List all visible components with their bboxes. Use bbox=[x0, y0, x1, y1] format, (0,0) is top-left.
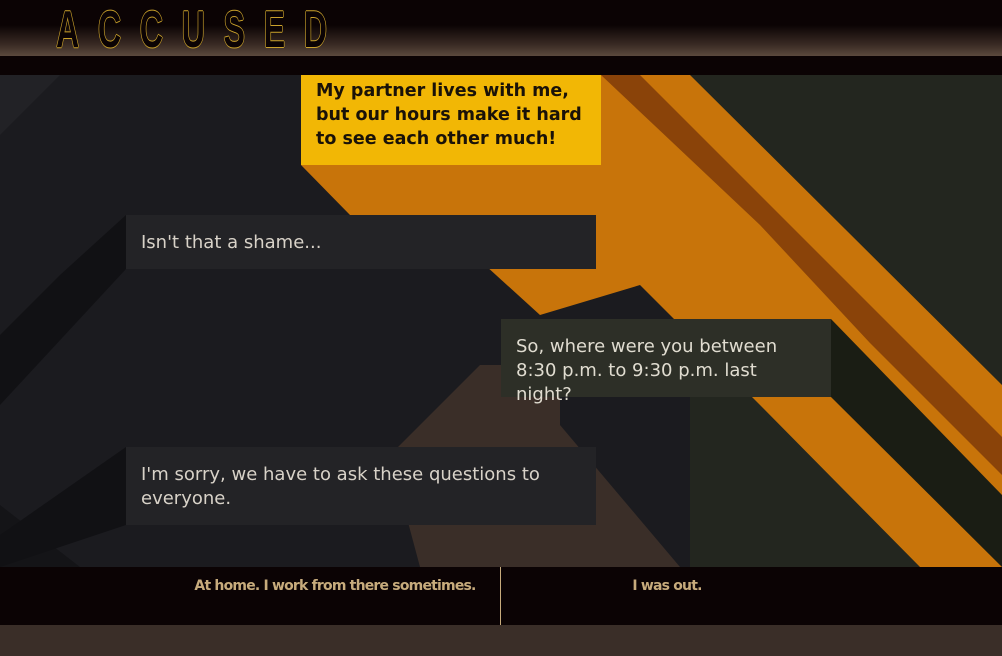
footer-bar bbox=[0, 625, 1002, 656]
detective-dialogue-bubble: I'm sorry, we have to ask these question… bbox=[126, 447, 596, 525]
choice-was-out-button[interactable]: I was out. bbox=[502, 567, 832, 625]
game-logo: ACCUSED bbox=[56, 1, 346, 59]
title-bar: ACCUSED bbox=[0, 0, 1002, 56]
suspect-dialogue-bubble: My partner lives with me, but our hours … bbox=[301, 75, 601, 165]
detective-dialogue-bubble: Isn't that a shame... bbox=[126, 215, 596, 269]
choice-at-home-button[interactable]: At home. I work from there sometimes. bbox=[0, 567, 501, 625]
dialogue-stage: My partner lives with me, but our hours … bbox=[0, 75, 1002, 567]
detective-question-bubble: So, where were you between 8:30 p.m. to … bbox=[501, 319, 831, 405]
header-divider bbox=[0, 56, 1002, 75]
response-choices: At home. I work from there sometimes. I … bbox=[0, 567, 1002, 625]
